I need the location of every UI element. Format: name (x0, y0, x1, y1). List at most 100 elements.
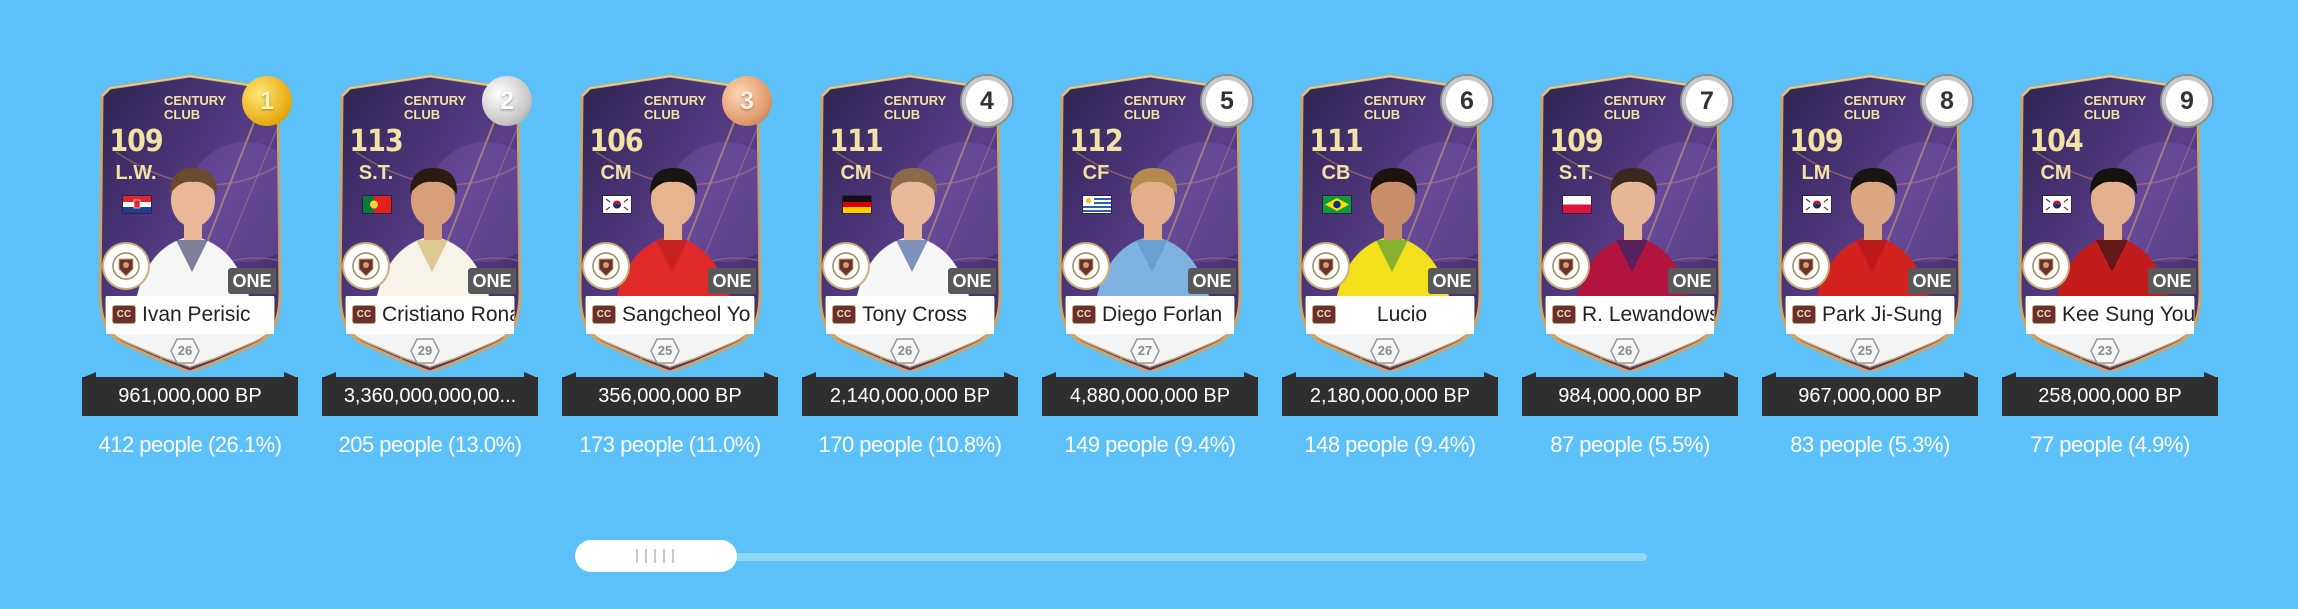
price-bar: 356,000,000 BP (562, 377, 778, 416)
player-position: CM (2040, 162, 2072, 184)
card-edition-label: CENTURY CLUB (644, 93, 707, 122)
nation-flag-icon (1562, 195, 1592, 214)
club-crest-icon (2024, 244, 2068, 288)
player-slot: CENTURY CLUB 113 S.T. ONE CC Cristiano R… (322, 0, 538, 470)
card-edition-label: CENTURY CLUB (404, 93, 467, 122)
price-bar: 258,000,000 BP (2002, 377, 2218, 416)
name-plate: CC Lucio (1306, 296, 1474, 334)
player-slot: CENTURY CLUB 112 CF ONE CC Diego Forlan … (1042, 0, 1258, 470)
player-name: Kee Sung You (2062, 303, 2194, 326)
player-name: Tony Cross (862, 303, 968, 326)
vote-count: 205 people (13.0%) (338, 432, 522, 457)
name-plate: CC Cristiano Rona (346, 296, 514, 334)
nation-flag-icon (1082, 195, 1112, 214)
overall-rating: 109 (109, 124, 163, 159)
price-bar: 967,000,000 BP (1762, 377, 1978, 416)
rank-medal: 4 (962, 76, 1012, 126)
card-edition-label: CENTURY CLUB (1844, 93, 1907, 122)
player-slot: CENTURY CLUB 106 CM ONE CC Sangcheol Yo … (562, 0, 778, 470)
card-level: 23 (2090, 338, 2120, 364)
name-plate: CC Diego Forlan (1066, 296, 1234, 334)
card-badge: ONE (468, 268, 516, 294)
player-name: Cristiano Rona (382, 303, 514, 326)
club-crest-icon (1064, 244, 1108, 288)
rank-medal: 2 (482, 76, 532, 126)
club-crest-icon (584, 244, 628, 288)
rank-medal: 7 (1682, 76, 1732, 126)
vote-count: 170 people (10.8%) (818, 432, 1002, 457)
card-badge: ONE (1188, 268, 1236, 294)
card-level: 25 (1850, 338, 1880, 364)
club-crest-icon (1784, 244, 1828, 288)
name-plate: CC Kee Sung You (2026, 296, 2194, 334)
player-position: CF (1082, 162, 1110, 184)
club-crest-icon (824, 244, 868, 288)
card-badge: ONE (228, 268, 276, 294)
card-badge: ONE (1908, 268, 1956, 294)
card-level: 25 (650, 338, 680, 364)
player-slot: CENTURY CLUB 104 CM ONE CC Kee Sung You … (2002, 0, 2218, 470)
rank-medal: 1 (242, 76, 292, 126)
card-badge: ONE (1428, 268, 1476, 294)
club-crest-icon (1304, 244, 1348, 288)
season-icon: CC (832, 305, 856, 324)
player-name: Lucio (1376, 303, 1428, 326)
card-carousel: CENTURY CLUB 109 L.W. ONE CC Ivan Perisi… (0, 0, 2298, 480)
card-level: 26 (1370, 338, 1400, 364)
overall-rating: 104 (2029, 124, 2083, 159)
price-bar: 2,140,000,000 BP (802, 377, 1018, 416)
card-edition-label: CENTURY CLUB (1364, 93, 1427, 122)
season-icon: CC (1792, 305, 1816, 324)
player-position: L.W. (115, 162, 157, 184)
player-position: LM (1801, 162, 1831, 184)
player-slot: CENTURY CLUB 111 CM ONE CC Tony Cross 26… (802, 0, 1018, 470)
overall-rating: 109 (1789, 124, 1843, 159)
overall-rating: 113 (349, 124, 403, 159)
name-plate: CC Sangcheol Yo (586, 296, 754, 334)
rank-medal: 3 (722, 76, 772, 126)
player-slot: CENTURY CLUB 109 L.W. ONE CC Ivan Perisi… (82, 0, 298, 470)
card-edition-label: CENTURY CLUB (1604, 93, 1667, 122)
card-level: 29 (410, 338, 440, 364)
card-level: 27 (1130, 338, 1160, 364)
club-crest-icon (104, 244, 148, 288)
player-slot: CENTURY CLUB 109 LM ONE CC Park Ji-Sung … (1762, 0, 1978, 470)
grip-icon (636, 549, 674, 563)
season-icon: CC (592, 305, 616, 324)
player-name: Ivan Perisic (142, 303, 251, 326)
card-badge: ONE (708, 268, 756, 294)
carousel-scroll-thumb[interactable] (575, 540, 737, 572)
nation-flag-icon (602, 195, 632, 214)
vote-count: 83 people (5.3%) (1790, 432, 1950, 457)
season-icon: CC (1552, 305, 1576, 324)
player-position: CB (1321, 162, 1351, 184)
season-icon: CC (2032, 305, 2056, 324)
overall-rating: 106 (589, 124, 643, 159)
nation-flag-icon (842, 195, 872, 214)
overall-rating: 109 (1549, 124, 1603, 159)
vote-count: 87 people (5.5%) (1550, 432, 1710, 457)
vote-count: 149 people (9.4%) (1064, 432, 1236, 457)
card-badge: ONE (1668, 268, 1716, 294)
rank-medal: 8 (1922, 76, 1972, 126)
overall-rating: 111 (829, 124, 883, 159)
card-level: 26 (1610, 338, 1640, 364)
player-position: CM (840, 162, 872, 184)
price-bar: 4,880,000,000 BP (1042, 377, 1258, 416)
price-bar: 984,000,000 BP (1522, 377, 1738, 416)
price-bar: 961,000,000 BP (82, 377, 298, 416)
player-name: Diego Forlan (1102, 303, 1223, 326)
price-bar: 3,360,000,000,00... (322, 377, 538, 416)
price-bar: 2,180,000,000 BP (1282, 377, 1498, 416)
card-edition-label: CENTURY CLUB (2084, 93, 2147, 122)
player-name: Park Ji-Sung (1822, 303, 1943, 326)
overall-rating: 112 (1069, 124, 1123, 159)
vote-count: 148 people (9.4%) (1304, 432, 1476, 457)
player-position: S.T. (1558, 162, 1594, 184)
card-edition-label: CENTURY CLUB (164, 93, 227, 122)
name-plate: CC Ivan Perisic (106, 296, 274, 334)
card-level: 26 (890, 338, 920, 364)
overall-rating: 111 (1309, 124, 1363, 159)
name-plate: CC Park Ji-Sung (1786, 296, 1954, 334)
vote-count: 173 people (11.0%) (579, 432, 761, 457)
